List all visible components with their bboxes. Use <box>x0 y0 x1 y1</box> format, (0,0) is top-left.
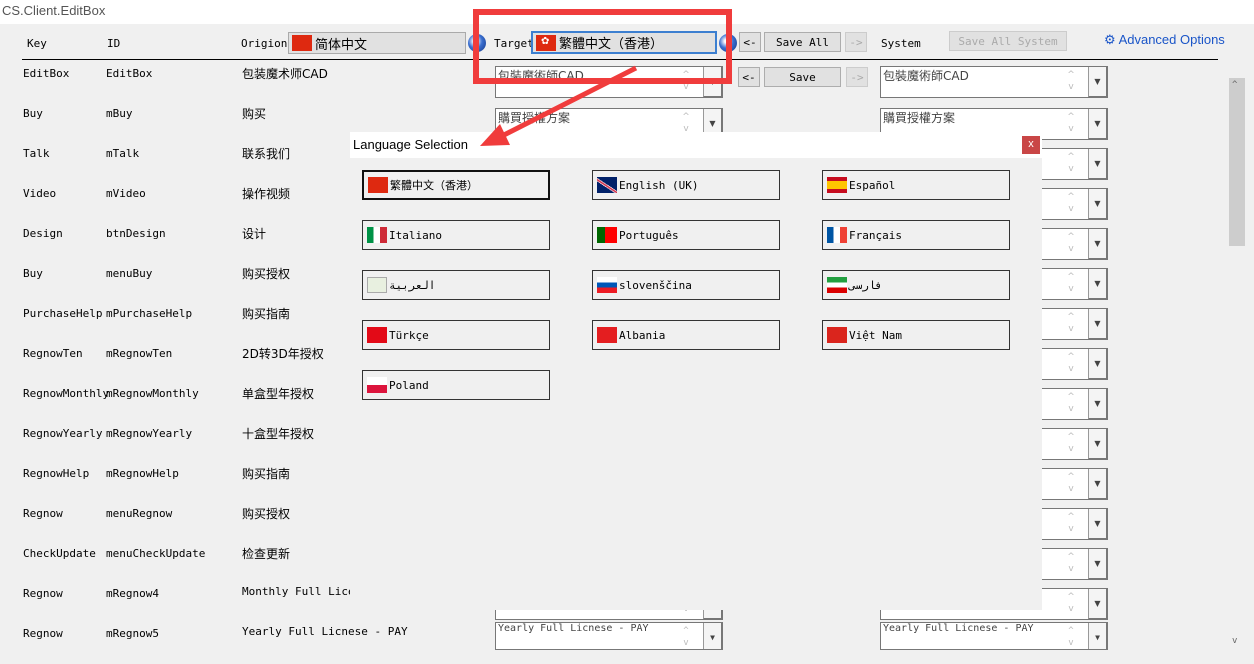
annotation-arrow <box>480 65 638 146</box>
